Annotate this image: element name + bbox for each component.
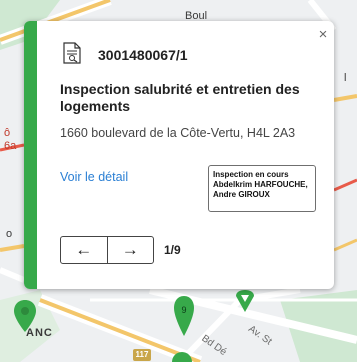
status-badge: Inspection en cours Abdelkrim HARFOUCHE,… [208,165,316,212]
map-marker-icon[interactable] [14,300,36,332]
previous-button[interactable]: ← [61,237,107,263]
info-popup: × 3001480067/1 Inspection salubrité et e… [24,21,334,289]
view-detail-link[interactable]: Voir le détail [60,170,128,184]
map-marker-icon[interactable]: 9 [174,296,194,336]
inspector-names: Andre GIROUX [213,190,270,199]
arrow-left-icon: ← [75,240,93,259]
popup-title: Inspection salubrité et entretien des lo… [60,81,300,114]
map-marker-icon[interactable] [236,290,254,312]
map-marker-icon[interactable] [170,350,194,362]
arrow-right-icon: → [121,240,139,259]
next-button[interactable]: → [106,237,154,263]
page-indicator: 1/9 [164,243,181,257]
svg-text:9: 9 [181,305,186,315]
case-number: 3001480067/1 [98,47,188,63]
map-label: ô [4,127,11,139]
map-label: 6a [4,140,17,152]
popup-accent-bar [24,21,37,289]
address-text: 1660 boulevard de la Côte-Vertu, H4L 2A3 [60,126,296,140]
map-label: o [6,228,13,240]
route-shield: 117 [133,349,151,361]
inspector-names: Abdelkrim HARFOUCHE, [213,180,308,189]
status-text: Inspection en cours [213,170,289,179]
pagination-controls: ← → [60,236,154,264]
close-icon[interactable]: × [316,27,330,43]
document-icon [63,42,81,64]
map-label: l [344,72,347,84]
